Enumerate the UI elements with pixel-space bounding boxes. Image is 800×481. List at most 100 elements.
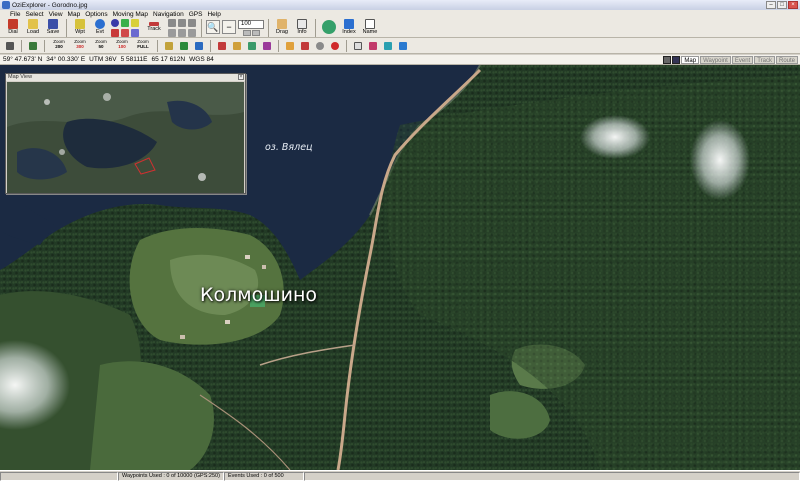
track-tool-icon[interactable] bbox=[168, 29, 176, 37]
event-tool-button[interactable] bbox=[284, 40, 296, 52]
tab-waypoint[interactable]: Waypoint bbox=[700, 56, 731, 64]
event-tool-button[interactable] bbox=[299, 40, 311, 52]
magnifier-button[interactable]: 🔍 bbox=[206, 20, 220, 34]
save-label: Save bbox=[46, 29, 60, 35]
name-button[interactable]: Name bbox=[360, 18, 380, 37]
route-icon[interactable] bbox=[121, 19, 129, 27]
save-button[interactable]: Save bbox=[44, 18, 62, 37]
dial-button[interactable]: Dial bbox=[4, 18, 22, 37]
zoom-in-step-button[interactable] bbox=[242, 30, 251, 36]
menu-view[interactable]: View bbox=[49, 11, 63, 18]
route-tool-button[interactable] bbox=[397, 40, 409, 52]
menu-moving-map[interactable]: Moving Map bbox=[113, 11, 148, 18]
menu-map[interactable]: Map bbox=[68, 11, 81, 18]
route-tool-button[interactable] bbox=[352, 40, 364, 52]
menu-select[interactable]: Select bbox=[25, 11, 43, 18]
waypoint-tool-button[interactable] bbox=[261, 40, 273, 52]
menu-navigation[interactable]: Navigation bbox=[153, 11, 184, 18]
track-tool-icon[interactable] bbox=[168, 19, 176, 27]
tab-event[interactable]: Event bbox=[731, 56, 754, 64]
route-tool-button[interactable] bbox=[382, 40, 394, 52]
map-view-title: Map View bbox=[8, 74, 33, 80]
tab-route[interactable]: Route bbox=[775, 56, 798, 64]
menu-file[interactable]: File bbox=[10, 11, 20, 18]
track-tool-icon[interactable] bbox=[188, 29, 196, 37]
tab-track[interactable]: Track bbox=[754, 56, 775, 64]
zoom-100-button[interactable]: Zoom 100 bbox=[113, 39, 131, 53]
zoom-full-button[interactable]: Zoom FULL bbox=[134, 39, 152, 53]
menu-help[interactable]: Help bbox=[207, 11, 220, 18]
events-used: Events Used : 0 of 500 bbox=[224, 471, 304, 481]
route-tool-button[interactable] bbox=[367, 40, 379, 52]
maximize-button[interactable]: □ bbox=[777, 1, 787, 9]
proximity-icon[interactable] bbox=[121, 29, 129, 37]
menu-gps[interactable]: GPS bbox=[189, 11, 203, 18]
easting-readout: 5 58111E bbox=[120, 56, 148, 63]
wpt-label: Wpt bbox=[75, 29, 85, 35]
tab-map[interactable]: Map bbox=[681, 56, 700, 64]
position-status-bar: 59° 47.673' N 34° 00.330' E UTM 36V 5 58… bbox=[0, 55, 800, 65]
map-tool-button[interactable] bbox=[178, 40, 190, 52]
overview-imagery bbox=[7, 82, 244, 193]
zoom-300-button[interactable]: Zoom 300 bbox=[71, 39, 89, 53]
main-toolbar: Dial Load Save Wpt Evt Track 🔍 − 100 Dra… bbox=[0, 18, 800, 38]
track-icon[interactable] bbox=[131, 19, 139, 27]
event-tool-button[interactable] bbox=[329, 40, 341, 52]
load-button[interactable]: Load bbox=[24, 18, 42, 37]
zoom-50-button[interactable]: Zoom 50 bbox=[92, 39, 110, 53]
northing-readout: 65 17 612N bbox=[151, 56, 186, 63]
zoom-control: 100 bbox=[238, 18, 264, 36]
moving-map-icon bbox=[29, 41, 37, 50]
map-view-title-bar[interactable]: Map View × bbox=[6, 74, 245, 81]
track-tools-group bbox=[168, 19, 197, 38]
separator bbox=[201, 19, 202, 37]
waypoint-tool-button[interactable] bbox=[231, 40, 243, 52]
event-button[interactable]: Evt bbox=[91, 18, 109, 37]
track-tool-icon[interactable] bbox=[178, 19, 186, 27]
map-window-icon[interactable] bbox=[663, 56, 672, 64]
zoom-out-icon: − bbox=[226, 22, 232, 32]
overview-map[interactable] bbox=[7, 82, 244, 193]
waypoint-tool-button[interactable] bbox=[246, 40, 258, 52]
track-tool-icon[interactable] bbox=[188, 19, 196, 27]
zoom-200-button[interactable]: Zoom 200 bbox=[50, 39, 68, 53]
name-search-icon[interactable] bbox=[131, 29, 139, 37]
drag-label: Drag bbox=[276, 29, 288, 35]
gps-icon[interactable] bbox=[111, 19, 119, 27]
pan-button[interactable] bbox=[320, 18, 338, 37]
menu-options[interactable]: Options bbox=[85, 11, 107, 18]
zoom-level-select[interactable]: 100 bbox=[238, 20, 264, 29]
zoom-out-step-button[interactable] bbox=[251, 30, 260, 36]
close-button[interactable]: × bbox=[788, 1, 798, 9]
map-tool-button[interactable] bbox=[193, 40, 205, 52]
gps-tools-group bbox=[111, 19, 140, 38]
map-view-window[interactable]: Map View × bbox=[5, 73, 246, 194]
waypoint-tool-button[interactable] bbox=[216, 40, 228, 52]
track-button[interactable]: Track bbox=[142, 18, 166, 37]
track-tool-icon[interactable] bbox=[178, 29, 186, 37]
screen-icon[interactable] bbox=[672, 56, 681, 64]
drag-button[interactable]: Drag bbox=[273, 18, 291, 37]
overview-cloud bbox=[103, 93, 111, 101]
route-chart-icon bbox=[369, 41, 377, 50]
moving-map-button[interactable] bbox=[27, 40, 39, 52]
zoom-out-button[interactable]: − bbox=[222, 20, 236, 34]
minimize-button[interactable]: – bbox=[766, 1, 776, 9]
zoom-50-value: 50 bbox=[98, 43, 104, 49]
separator bbox=[44, 39, 45, 52]
map-tool-icon bbox=[195, 41, 203, 50]
map-view-close-button[interactable]: × bbox=[238, 74, 244, 80]
gps-receiver-button[interactable] bbox=[4, 40, 16, 52]
index-icon bbox=[344, 19, 354, 29]
event-tool-button[interactable] bbox=[314, 40, 326, 52]
folder-icon bbox=[28, 19, 38, 29]
waypoint-edit-icon bbox=[248, 41, 256, 50]
index-button[interactable]: Index bbox=[340, 18, 358, 37]
info-button[interactable]: Info bbox=[293, 18, 311, 37]
nav-icon[interactable] bbox=[111, 29, 119, 37]
waypoint-button[interactable]: Wpt bbox=[71, 18, 89, 37]
event-delete-icon bbox=[331, 41, 339, 50]
separator bbox=[278, 39, 279, 52]
window-controls: – □ × bbox=[766, 1, 798, 9]
map-tool-button[interactable] bbox=[163, 40, 175, 52]
